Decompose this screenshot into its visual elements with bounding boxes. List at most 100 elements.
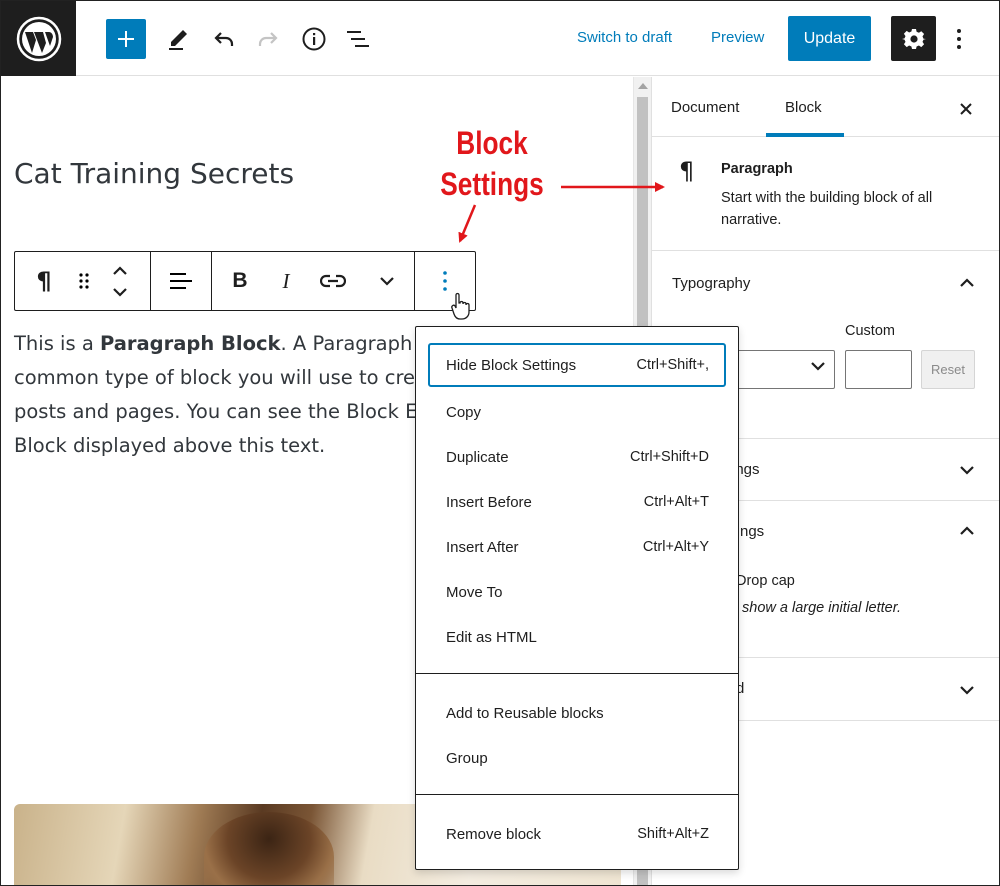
undo-button[interactable] [204, 19, 244, 59]
plus-icon [118, 31, 134, 47]
bold-icon: B [232, 269, 248, 292]
info-icon [302, 27, 326, 51]
editor-window: Switch to draft Preview Update Cat Train… [0, 0, 1000, 886]
menu-item-move-to[interactable]: Move To [428, 570, 726, 614]
menu-item-insert-before[interactable]: Insert Before Ctrl+Alt+T [428, 480, 726, 524]
panel-text-settings-title[interactable]: ngs [740, 523, 764, 540]
wordpress-logo-icon[interactable] [1, 1, 76, 76]
more-rich-text-button[interactable] [362, 252, 412, 310]
block-type-button[interactable]: ¶ [15, 252, 73, 310]
menu-item-group[interactable]: Group [428, 736, 726, 780]
drag-handle-icon [79, 273, 89, 289]
bold-button[interactable]: B [212, 252, 268, 310]
tab-block[interactable]: Block [785, 99, 822, 116]
paragraph-icon: ¶ [36, 267, 52, 295]
annotation-line: Settings [440, 166, 544, 202]
outline-button[interactable] [338, 19, 378, 59]
post-title[interactable]: Cat Training Secrets [14, 157, 294, 190]
menu-item-shortcut: Ctrl+Alt+T [643, 494, 709, 510]
menu-item-hide-block-settings[interactable]: Hide Block Settings Ctrl+Shift+, [428, 343, 726, 387]
menu-item-label: Insert Before [446, 493, 532, 511]
menu-item-shortcut: Ctrl+Alt+Y [642, 539, 709, 555]
block-toolbar-group-type: ¶ [15, 252, 151, 310]
link-button[interactable] [304, 252, 362, 310]
menu-item-label: Insert After [446, 538, 519, 556]
annotation-label: Block Settings [439, 123, 546, 205]
font-size-select[interactable] [732, 350, 835, 389]
tools-button[interactable] [158, 19, 198, 59]
more-tools-button[interactable] [946, 19, 972, 59]
italic-icon: I [282, 268, 290, 293]
list-view-icon [347, 31, 369, 47]
details-button[interactable] [294, 19, 334, 59]
gear-icon [901, 28, 926, 49]
block-toolbar-group-more [415, 252, 475, 310]
chevron-down-icon[interactable] [957, 680, 977, 700]
move-up-down-icon [113, 266, 127, 297]
menu-item-duplicate[interactable]: Duplicate Ctrl+Shift+D [428, 435, 726, 479]
undo-icon [214, 32, 234, 46]
menu-item-label: Add to Reusable blocks [446, 704, 604, 722]
cat-photo [204, 812, 334, 885]
settings-button[interactable] [891, 16, 936, 61]
menu-item-add-to-reusable[interactable]: Add to Reusable blocks [428, 691, 726, 735]
paragraph-block[interactable]: This is a Paragraph Block. A Paragraph B… [14, 327, 449, 463]
menu-item-shortcut: Shift+Alt+Z [637, 826, 709, 842]
menu-item-shortcut: Ctrl+Shift+, [636, 357, 709, 373]
close-icon [960, 103, 972, 115]
pencil-icon [169, 30, 187, 50]
menu-item-insert-after[interactable]: Insert After Ctrl+Alt+Y [428, 525, 726, 569]
paragraph-text: common type of block you will use to cre… [14, 366, 447, 389]
paragraph-text: posts and pages. You can see the Block E… [14, 400, 443, 423]
link-icon [320, 274, 346, 288]
sidebar-tabs: Document Block [652, 77, 999, 137]
tab-document[interactable]: Document [671, 99, 739, 116]
italic-button[interactable]: I [268, 252, 304, 310]
drop-cap-help-text: show a large initial letter. [742, 600, 902, 616]
block-card-title: Paragraph [721, 161, 793, 177]
add-block-button[interactable] [106, 19, 146, 59]
scroll-up-icon[interactable] [638, 83, 648, 89]
custom-font-size-input[interactable] [845, 350, 912, 389]
chevron-down-icon [811, 362, 825, 371]
chevron-down-icon [380, 277, 394, 286]
paragraph-bold-text: Paragraph Block [99, 332, 281, 355]
menu-item-edit-as-html[interactable]: Edit as HTML [428, 615, 726, 659]
align-left-icon [170, 273, 192, 289]
paragraph-icon: ¶ [679, 157, 695, 185]
update-button[interactable]: Update [788, 16, 871, 61]
close-sidebar-button[interactable] [952, 95, 980, 123]
menu-item-label: Hide Block Settings [446, 356, 577, 374]
custom-font-size-label: Custom [845, 323, 895, 339]
reset-font-size-button[interactable]: Reset [921, 350, 975, 389]
drag-handle[interactable] [73, 252, 95, 310]
block-toolbar: ¶ B I [14, 251, 476, 311]
redo-icon [258, 32, 278, 46]
more-options-icon [443, 271, 447, 291]
block-toolbar-group-format: B I [212, 252, 415, 310]
switch-to-draft-button[interactable]: Switch to draft [577, 29, 672, 46]
panel-typography-title[interactable]: Typography [672, 275, 750, 292]
align-button[interactable] [151, 252, 211, 310]
annotation-line: Block [456, 125, 528, 161]
menu-item-label: Copy [446, 403, 482, 421]
chevron-up-icon[interactable] [957, 273, 977, 293]
redo-button[interactable] [248, 19, 288, 59]
block-settings-menu: Hide Block Settings Ctrl+Shift+, Copy Du… [415, 326, 739, 870]
menu-item-copy[interactable]: Copy [428, 390, 726, 434]
menu-item-shortcut: Ctrl+Shift+D [630, 449, 709, 465]
drop-cap-toggle-label[interactable]: Drop cap [736, 573, 795, 589]
menu-item-label: Move To [446, 583, 503, 601]
block-settings-button[interactable] [415, 252, 475, 310]
menu-item-label: Group [446, 749, 488, 767]
paragraph-text: This is a [14, 332, 100, 355]
chevron-down-icon[interactable] [957, 460, 977, 480]
move-block-buttons[interactable] [95, 252, 145, 310]
menu-item-label: Duplicate [446, 448, 509, 466]
top-toolbar: Switch to draft Preview Update [1, 1, 999, 76]
chevron-up-icon[interactable] [957, 521, 977, 541]
preview-button[interactable]: Preview [711, 29, 764, 46]
menu-item-remove-block[interactable]: Remove block Shift+Alt+Z [428, 812, 726, 856]
paragraph-text: Block displayed above this text. [14, 434, 326, 457]
block-toolbar-group-align [151, 252, 212, 310]
